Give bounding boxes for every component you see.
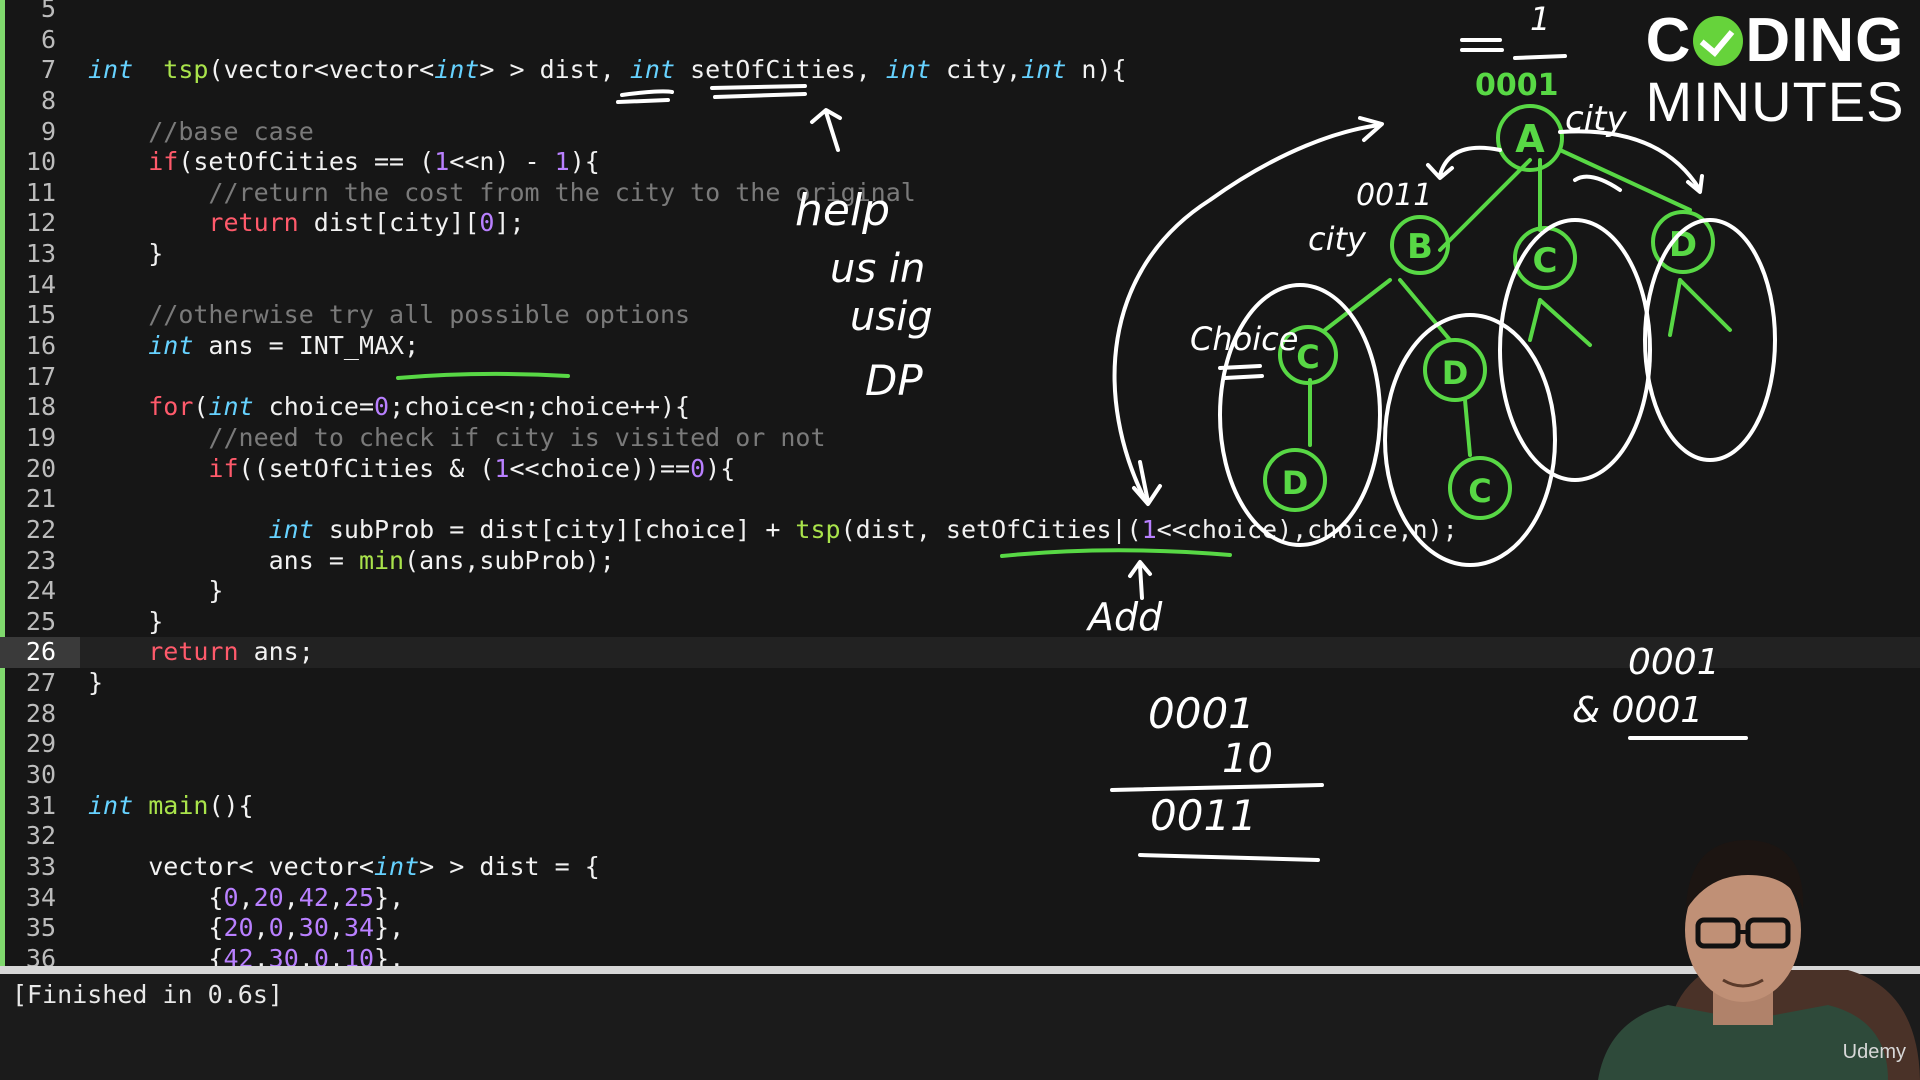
code-line[interactable]: 26 return ans; bbox=[0, 637, 1920, 669]
code-text[interactable]: if((setOfCities & (1<<choice))==0){ bbox=[88, 454, 735, 485]
code-line[interactable]: 10 if(setOfCities == (1<<n) - 1){ bbox=[0, 147, 1920, 178]
line-number: 17 bbox=[25, 361, 56, 391]
line-number: 31 bbox=[25, 790, 56, 820]
code-text[interactable]: {0,20,42,25}, bbox=[88, 883, 404, 914]
line-number: 15 bbox=[25, 300, 56, 330]
line-number: 27 bbox=[25, 668, 56, 698]
webcam-overlay: Udemy bbox=[1548, 820, 1920, 1080]
udemy-watermark: Udemy bbox=[1842, 1041, 1906, 1063]
line-number: 6 bbox=[40, 24, 56, 54]
line-number: 34 bbox=[25, 882, 56, 912]
line-number: 30 bbox=[25, 760, 56, 790]
code-line[interactable]: 24 } bbox=[0, 576, 1920, 607]
build-output-text: [Finished in 0.6s] bbox=[12, 980, 283, 1009]
code-line[interactable]: 11 //return the cost from the city to th… bbox=[0, 178, 1920, 209]
code-text[interactable]: ans = min(ans,subProb); bbox=[88, 546, 615, 577]
code-line[interactable]: 13 } bbox=[0, 239, 1920, 270]
code-line[interactable]: 16 int ans = INT_MAX; bbox=[0, 331, 1920, 362]
code-text[interactable]: } bbox=[88, 239, 163, 270]
line-number: 24 bbox=[25, 576, 56, 606]
code-line[interactable]: 14 bbox=[0, 270, 1920, 301]
code-text[interactable]: //otherwise try all possible options bbox=[88, 300, 690, 331]
code-line[interactable]: 15 //otherwise try all possible options bbox=[0, 300, 1920, 331]
code-text[interactable]: {20,0,30,34}, bbox=[88, 913, 404, 944]
line-number: 36 bbox=[25, 943, 56, 966]
code-text[interactable]: for(int choice=0;choice<n;choice++){ bbox=[88, 392, 690, 423]
line-number: 5 bbox=[40, 0, 56, 23]
line-number: 21 bbox=[25, 484, 56, 514]
code-text[interactable]: if(setOfCities == (1<<n) - 1){ bbox=[88, 147, 600, 178]
checkmark-icon bbox=[1693, 16, 1744, 66]
line-number: 23 bbox=[25, 545, 56, 575]
line-number: 25 bbox=[25, 606, 56, 636]
code-line[interactable]: 12 return dist[city][0]; bbox=[0, 208, 1920, 239]
code-text[interactable]: return dist[city][0]; bbox=[88, 208, 524, 239]
line-number: 29 bbox=[25, 729, 56, 759]
code-line[interactable]: 21 bbox=[0, 484, 1920, 515]
code-line[interactable]: 20 if((setOfCities & (1<<choice))==0){ bbox=[0, 454, 1920, 485]
code-text[interactable]: } bbox=[88, 607, 163, 638]
line-number: 12 bbox=[25, 208, 56, 238]
code-text[interactable]: //need to check if city is visited or no… bbox=[88, 423, 825, 454]
code-line[interactable]: 22 int subProb = dist[city][choice] + ts… bbox=[0, 515, 1920, 546]
code-text[interactable]: int main(){ bbox=[88, 791, 254, 822]
code-text[interactable]: int subProb = dist[city][choice] + tsp(d… bbox=[88, 515, 1458, 546]
code-line[interactable]: 5 bbox=[0, 0, 1920, 25]
line-number: 18 bbox=[25, 392, 56, 422]
code-text[interactable]: } bbox=[88, 576, 223, 607]
line-number: 28 bbox=[25, 698, 56, 728]
code-line[interactable]: 8 bbox=[0, 86, 1920, 117]
code-text[interactable]: //return the cost from the city to the o… bbox=[88, 178, 915, 209]
code-text[interactable]: //base case bbox=[88, 117, 314, 148]
code-line[interactable]: 29 bbox=[0, 729, 1920, 760]
code-line[interactable]: 19 //need to check if city is visited or… bbox=[0, 423, 1920, 454]
coding-minutes-logo: C DING MINUTES bbox=[1645, 6, 1905, 133]
line-number: 11 bbox=[25, 177, 56, 207]
line-number: 8 bbox=[40, 85, 56, 115]
line-number: 16 bbox=[25, 331, 56, 361]
code-line[interactable]: 25 } bbox=[0, 607, 1920, 638]
line-number: 22 bbox=[25, 514, 56, 544]
code-line[interactable]: 6 bbox=[0, 25, 1920, 56]
line-number: 13 bbox=[25, 239, 56, 269]
line-number: 32 bbox=[25, 821, 56, 851]
code-line[interactable]: 23 ans = min(ans,subProb); bbox=[0, 546, 1920, 577]
code-line[interactable]: 17 bbox=[0, 362, 1920, 393]
code-text[interactable]: {42,30,0,10}, bbox=[88, 944, 404, 966]
line-number: 35 bbox=[25, 913, 56, 943]
code-text[interactable]: int tsp(vector<vector<int> > dist, int s… bbox=[88, 55, 1127, 86]
line-number: 7 bbox=[40, 55, 56, 85]
line-number: 14 bbox=[25, 269, 56, 299]
code-line[interactable]: 30 bbox=[0, 760, 1920, 791]
code-text[interactable]: int ans = INT_MAX; bbox=[88, 331, 419, 362]
code-line[interactable]: 27} bbox=[0, 668, 1920, 699]
code-text[interactable]: return ans; bbox=[88, 637, 314, 668]
code-line[interactable]: 7 int tsp(vector<vector<int> > dist, int … bbox=[0, 55, 1920, 86]
code-line[interactable]: 9 //base case bbox=[0, 117, 1920, 148]
code-text[interactable]: vector< vector<int> > dist = { bbox=[88, 852, 600, 883]
line-number: 20 bbox=[25, 453, 56, 483]
line-number: 10 bbox=[25, 147, 56, 177]
code-line[interactable]: 28 bbox=[0, 699, 1920, 730]
line-number: 19 bbox=[25, 422, 56, 452]
line-number: 26 bbox=[25, 637, 56, 667]
line-number: 33 bbox=[25, 851, 56, 881]
line-number: 9 bbox=[40, 116, 56, 146]
code-line[interactable]: 31 int main(){ bbox=[0, 791, 1920, 822]
code-line[interactable]: 18 for(int choice=0;choice<n;choice++){ bbox=[0, 392, 1920, 423]
code-text[interactable]: } bbox=[88, 668, 103, 699]
